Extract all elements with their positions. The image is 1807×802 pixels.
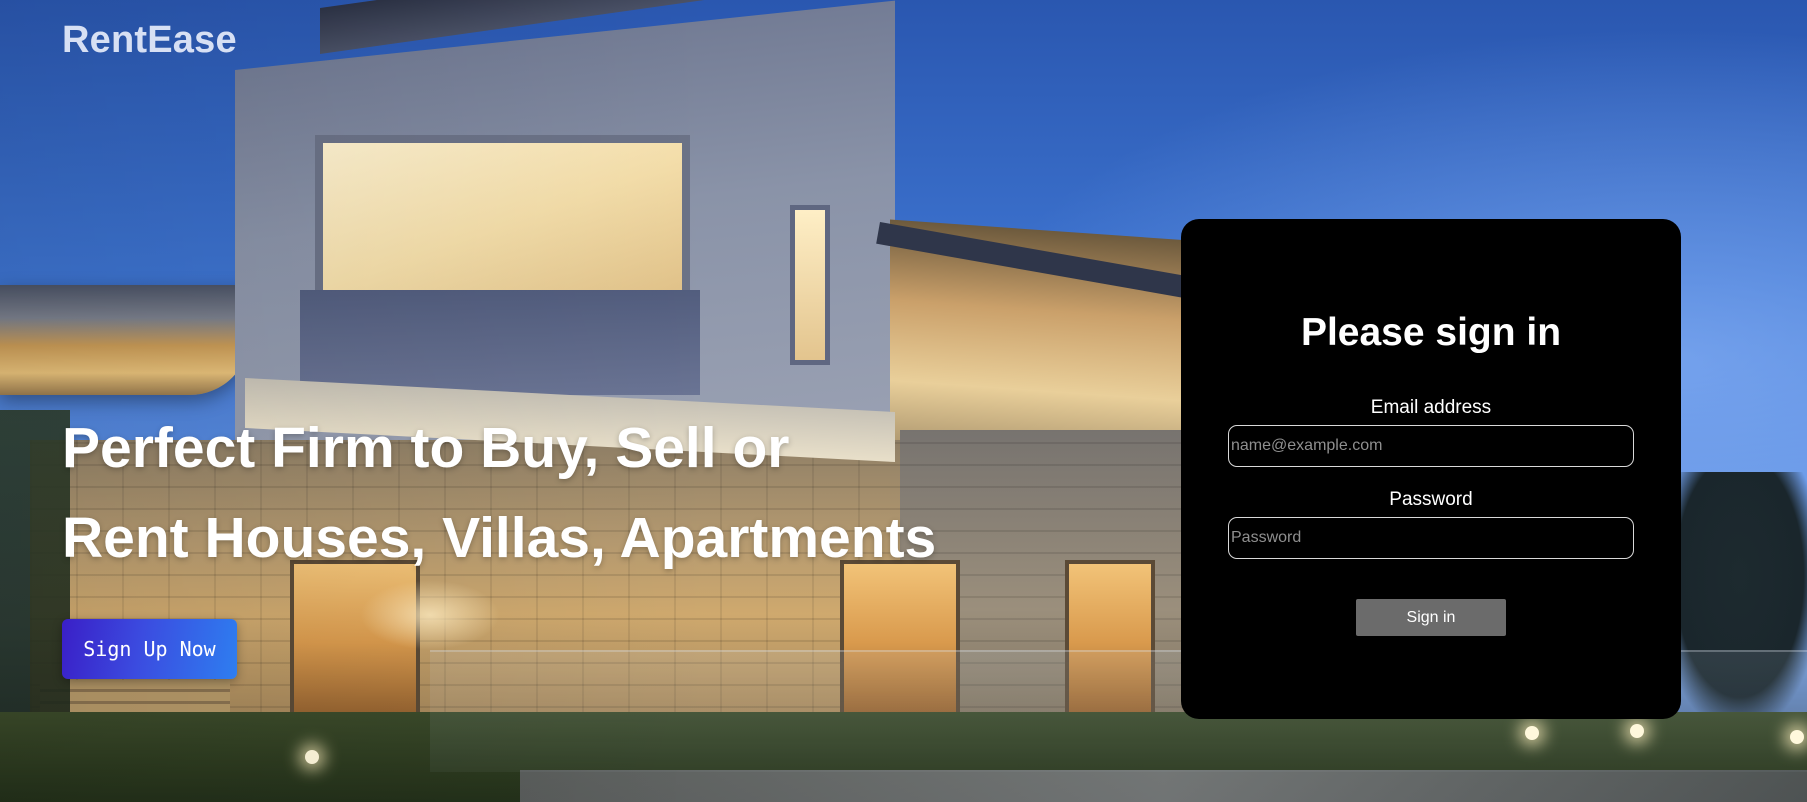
- brand-logo[interactable]: RentEase: [62, 19, 237, 62]
- email-input[interactable]: [1228, 425, 1634, 467]
- email-label: Email address: [1370, 397, 1492, 418]
- sign-in-form: Please sign in Email address Password Si…: [1181, 219, 1681, 719]
- password-input[interactable]: [1228, 517, 1634, 559]
- password-label: Password: [1389, 489, 1473, 510]
- sign-in-button[interactable]: Sign in: [1356, 599, 1506, 636]
- sign-up-now-button[interactable]: Sign Up Now: [62, 619, 237, 679]
- sign-in-title: Please sign in: [1300, 311, 1562, 354]
- hero-headline: Perfect Firm to Buy, Sell or Rent Houses…: [62, 403, 1022, 583]
- hero-headline-line-2: Rent Houses, Villas, Apartments: [62, 506, 937, 570]
- hero-headline-line-1: Perfect Firm to Buy, Sell or: [62, 416, 790, 480]
